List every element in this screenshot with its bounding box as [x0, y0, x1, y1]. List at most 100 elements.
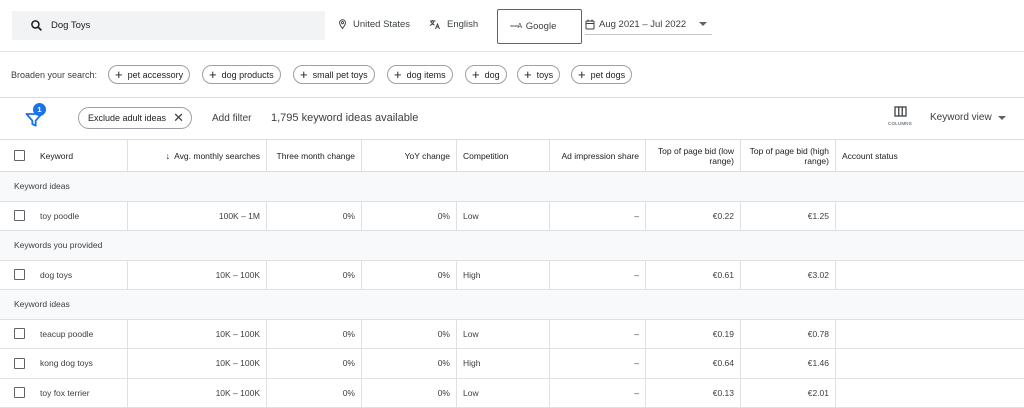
table-row[interactable]: teacup poodle 10K – 100K 0% 0% Low – €0.19 €0.7…: [0, 319, 1024, 349]
broaden-label: Broaden your search:: [11, 70, 98, 80]
cell-bid-low: €0.61: [646, 260, 741, 289]
row-checkbox[interactable]: [14, 387, 25, 399]
cell-text: 100K – 1M: [218, 210, 260, 221]
cell-text: 0%: [437, 387, 450, 398]
cell-text: €1.25: [807, 210, 829, 221]
date-range-selector[interactable]: Aug 2021 – Jul 2022: [585, 14, 712, 35]
keyword-view-label: Keyword view: [930, 112, 992, 123]
header-bid-low[interactable]: Top of page bid (low range): [646, 140, 741, 171]
select-all-checkbox[interactable]: [14, 150, 25, 161]
chip-label: pet accessory: [127, 69, 184, 80]
table-row[interactable]: toy fox terrier 10K – 100K 0% 0% Low – €0.13 €2…: [0, 378, 1024, 408]
cell-bid-high: €3.02: [741, 260, 836, 289]
ideas-count: 1,795 keyword ideas available: [271, 112, 419, 124]
cell-text: 0%: [342, 358, 355, 369]
table-row[interactable]: toy poodle 100K – 1M 0% 0% Low – €0.22 €1.25: [0, 201, 1024, 231]
header-bid-high[interactable]: Top of page bid (high range): [741, 140, 836, 171]
cell-account: [836, 202, 1024, 231]
cell-keyword[interactable]: toy fox terrier: [0, 378, 128, 407]
columns-label: COLUMNS: [888, 121, 912, 126]
cell-text: €1.46: [807, 358, 829, 369]
cell-text: €0.78: [807, 328, 829, 339]
header-keyword[interactable]: Keyword: [0, 140, 128, 171]
cell-bid-high: €2.01: [741, 378, 836, 407]
table-row[interactable]: kong dog toys 10K – 100K 0% 0% High – €0.64 €1.…: [0, 349, 1024, 379]
cell-text: 10K – 100K: [215, 358, 260, 369]
cell-bid-high: €1.46: [741, 349, 836, 378]
exclude-chip-label: Exclude adult ideas: [88, 113, 167, 123]
cell-text: High: [463, 358, 481, 369]
row-checkbox[interactable]: [14, 210, 25, 222]
cell-three-month: 0%: [267, 201, 362, 230]
row-checkbox[interactable]: [14, 328, 25, 340]
network-selector[interactable]: ⩵A Google: [497, 9, 582, 44]
plus-icon: +: [209, 67, 217, 82]
plus-icon: +: [472, 67, 480, 82]
header-label: Ad impression share: [561, 150, 639, 161]
cell-ad-share: –: [550, 319, 646, 348]
cell-avg: 10K – 100K: [128, 349, 267, 378]
broaden-chip[interactable]: + toys: [517, 65, 561, 84]
cell-text: 0%: [342, 328, 355, 339]
sort-down-icon: ↓: [165, 150, 171, 161]
add-filter-button[interactable]: Add filter: [212, 113, 251, 124]
header-three-month[interactable]: Three month change: [267, 140, 362, 171]
cell-ad-share: –: [550, 260, 646, 289]
columns-button[interactable]: COLUMNS: [885, 106, 915, 132]
header-yoy[interactable]: YoY change: [362, 140, 457, 171]
cell-text: €0.61: [712, 269, 734, 280]
table-body: Keyword ideas toy poodle 100K – 1M 0% 0% Low –…: [0, 172, 1024, 408]
cell-avg: 10K – 100K: [128, 319, 267, 348]
cell-avg: 10K – 100K: [128, 378, 267, 407]
cell-keyword[interactable]: kong dog toys: [0, 349, 128, 378]
cell-competition: Low: [457, 378, 550, 407]
cell-keyword[interactable]: teacup poodle: [0, 319, 128, 348]
search-icon: [31, 20, 42, 31]
header-label: YoY change: [404, 150, 450, 161]
broaden-chip[interactable]: + small pet toys: [293, 65, 375, 84]
network-label: Google: [525, 21, 557, 32]
row-checkbox[interactable]: [14, 357, 25, 369]
group-row: Keyword ideas: [0, 172, 1024, 202]
search-query[interactable]: Dog Toys: [51, 20, 90, 31]
header-label: Avg. monthly searches: [174, 150, 260, 161]
row-checkbox[interactable]: [14, 269, 25, 281]
search-box[interactable]: Dog Toys: [12, 11, 325, 40]
cell-competition: Low: [457, 319, 550, 348]
header-label: Three month change: [276, 150, 355, 161]
broaden-chip[interactable]: + dog: [465, 65, 507, 84]
broaden-chip[interactable]: + pet dogs: [571, 65, 633, 84]
cell-text: €2.01: [807, 387, 829, 398]
plus-icon: +: [524, 67, 532, 82]
cell-account: [836, 320, 1024, 349]
broaden-chip[interactable]: + pet accessory: [108, 65, 191, 84]
cell-text: 0%: [437, 210, 450, 221]
header-ad-share[interactable]: Ad impression share: [550, 140, 646, 171]
cell-account: [836, 379, 1024, 408]
cell-keyword[interactable]: toy poodle: [0, 201, 128, 230]
location-selector[interactable]: United States: [338, 19, 410, 30]
broaden-chip[interactable]: + dog items: [387, 65, 453, 84]
chip-label: small pet toys: [312, 69, 368, 80]
header-competition[interactable]: Competition: [457, 140, 550, 171]
keyword-view-selector[interactable]: Keyword view: [930, 112, 1006, 123]
cell-keyword[interactable]: dog toys: [0, 260, 128, 289]
cell-text: –: [634, 210, 639, 221]
broaden-chip[interactable]: + dog products: [202, 65, 281, 84]
header-label: Top of page bid (high range): [749, 145, 829, 166]
close-icon[interactable]: ✕: [173, 111, 184, 124]
header-account-status[interactable]: Account status: [836, 140, 1024, 171]
chevron-down-icon: [699, 22, 707, 26]
cell-text: 0%: [437, 358, 450, 369]
plus-icon: +: [300, 67, 308, 82]
cell-text: 10K – 100K: [215, 387, 260, 398]
cell-text: dog toys: [40, 269, 73, 280]
header-avg-monthly[interactable]: ↓ Avg. monthly searches: [128, 140, 267, 171]
chip-label: toys: [536, 69, 554, 80]
exclude-adult-ideas-chip[interactable]: Exclude adult ideas ✕: [78, 107, 192, 129]
cell-avg: 100K – 1M: [128, 201, 267, 230]
language-selector[interactable]: English: [429, 19, 478, 30]
broaden-search-bar: Broaden your search: + pet accessory + dog…: [0, 53, 1024, 98]
cell-bid-high: €0.78: [741, 319, 836, 348]
table-row[interactable]: dog toys 10K – 100K 0% 0% High – €0.61 €3.02: [0, 260, 1024, 290]
